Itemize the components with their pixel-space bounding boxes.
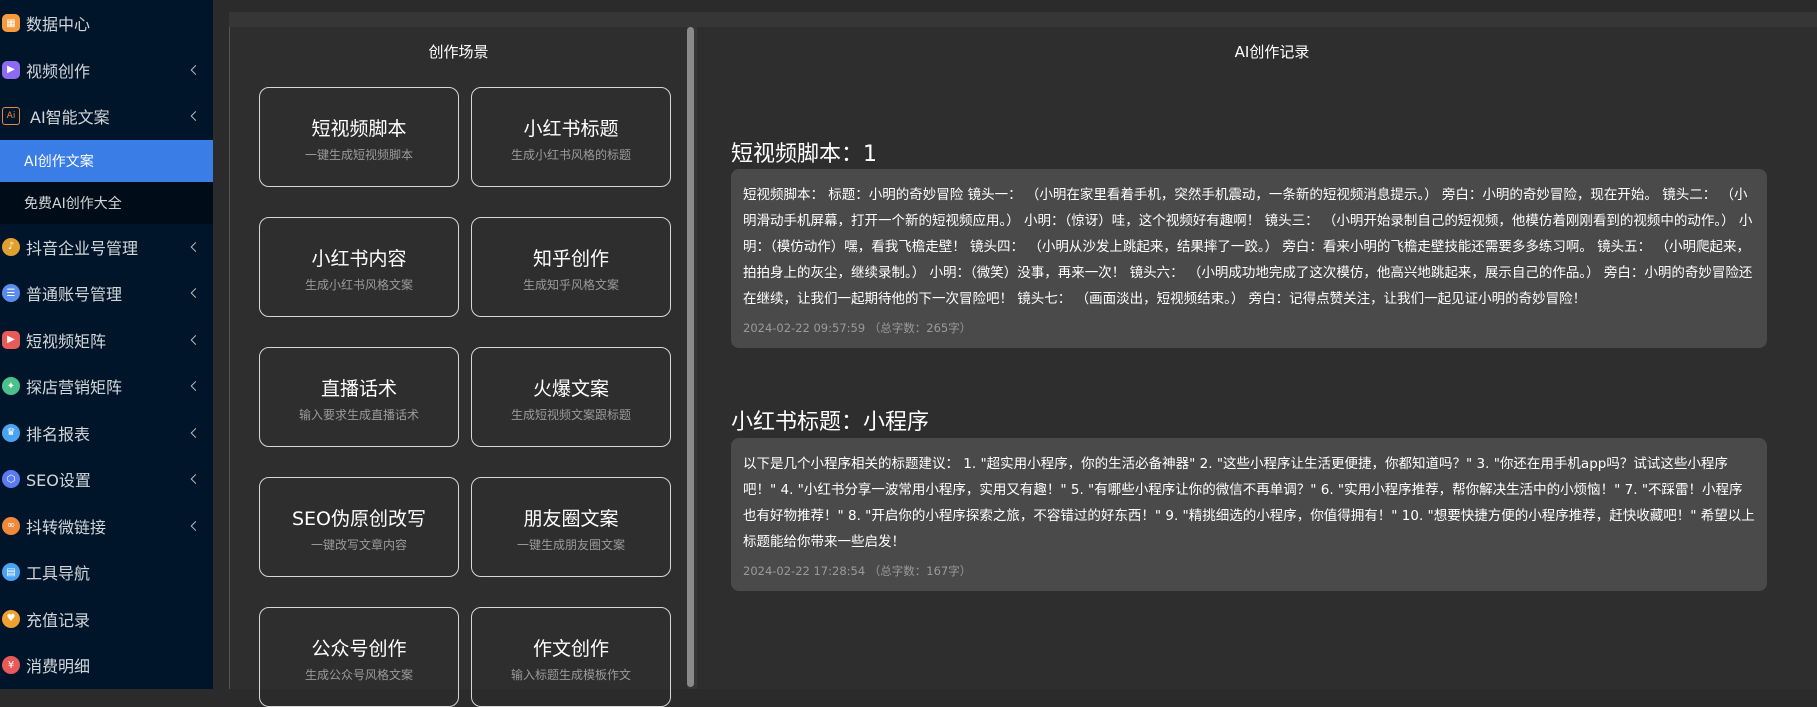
sidebar-item-label: 消费明细 [26,657,91,677]
sidebar-item-label: 短视频矩阵 [26,331,107,351]
scene-card-subtitle: 输入要求生成直播话术 [298,408,419,422]
sidebar-item-ranking-report[interactable]: ♛ 排名报表 [0,410,213,457]
scene-card-xhs-content[interactable]: 小红书内容 生成小红书风格文案 [259,217,459,317]
records-panel-title: AI创作记录 [1234,43,1310,61]
scene-card-title: 朋友圈文案 [523,508,619,530]
sidebar-item-video-create[interactable]: ▶ 视频创作 [0,47,213,94]
seo-settings-icon: ⬡ [2,470,20,489]
sidebar-item-label: 探店营销矩阵 [26,378,123,398]
chevron-left-icon [190,427,201,438]
scene-card-subtitle: 输入标题生成模板作文 [510,668,631,682]
scene-card-moments-copy[interactable]: 朋友圈文案 一键生成朋友圈文案 [471,477,671,577]
scene-panel-title: 创作场景 [428,43,489,61]
chevron-left-icon [190,334,201,345]
scene-card-title: 小红书标题 [523,118,619,140]
scene-card-official-account[interactable]: 公众号创作 生成公众号风格文案 [259,607,459,707]
scene-card-subtitle: 生成小红书风格文案 [304,278,413,292]
sidebar-item-label: SEO设置 [26,471,91,491]
scene-card-essay[interactable]: 作文创作 输入标题生成模板作文 [471,607,671,707]
chevron-left-icon [190,241,201,252]
sidebar-item-label: 普通账号管理 [26,285,123,305]
scene-card-subtitle: 生成小红书风格的标题 [510,148,631,162]
scene-card-subtitle: 一键生成朋友圈文案 [516,538,625,552]
sidebar-item-tool-nav[interactable]: ▤ 工具导航 [0,549,213,596]
scene-card-title: SEO伪原创改写 [291,508,427,530]
sidebar-item-label: 视频创作 [26,61,91,81]
record-heading: 小红书标题：小程序 [731,410,930,435]
ranking-report-icon: ♛ [2,423,20,442]
account-manage-icon: ☰ [2,284,20,303]
record-heading: 短视频脚本：1 [731,142,877,167]
scene-card-short-video-script[interactable]: 短视频脚本 一键生成短视频脚本 [259,87,459,187]
link-icon: ∞ [2,516,20,535]
sidebar-subitem-label: AI创作文案 [24,153,94,170]
sidebar-item-store-marketing[interactable]: ✦ 探店营销矩阵 [0,363,213,410]
sidebar-item-short-video-matrix[interactable]: ▶ 短视频矩阵 [0,317,213,364]
scene-card-seo-rewrite[interactable]: SEO伪原创改写 一键改写文章内容 [259,477,459,577]
recharge-icon: ♥ [2,609,20,628]
chevron-left-icon [190,111,201,122]
sidebar-item-douyin-enterprise[interactable]: ♪ 抖音企业号管理 [0,224,213,271]
scene-card-title: 公众号创作 [311,638,407,660]
scene-panel-scrollbar[interactable] [687,27,694,687]
scene-card-hot-copy[interactable]: 火爆文案 生成短视频文案跟标题 [471,347,671,447]
scene-card-title: 直播话术 [320,378,397,400]
chevron-left-icon [190,288,201,299]
sidebar-item-label: 排名报表 [26,424,91,444]
sidebar-item-link[interactable]: ∞ 抖转微链接 [0,503,213,550]
sidebar-item-label: 数据中心 [26,15,91,35]
record-text: 短视频脚本： 标题：小明的奇妙冒险 镜头一： （小明在家里看着手机，突然手机震动… [743,187,1753,307]
tool-nav-icon: ▤ [2,563,20,582]
record-meta: 2024-02-22 09:57:59 （总字数：265字） [743,321,972,335]
sidebar-item-label: 工具导航 [26,564,91,584]
scene-panel: 创作场景 短视频脚本 一键生成短视频脚本 小红书标题 生成小红书风格的标题 小红… [229,27,687,707]
scene-card-subtitle: 一键生成短视频脚本 [304,148,413,162]
sidebar-item-label: AI智能文案 [30,108,110,128]
sidebar-item-label: 抖音企业号管理 [26,238,139,258]
video-create-icon: ▶ [2,60,20,79]
sidebar-item-data-center[interactable]: ▦ 数据中心 [0,0,213,47]
records-panel: AI创作记录 短视频脚本：1 短视频脚本： 标题：小明的奇妙冒险 镜头一： （小… [697,27,1817,689]
sidebar-subitem-ai-create-copy[interactable]: AI创作文案 [0,139,213,182]
sidebar-item-consume-detail[interactable]: ¥ 消费明细 [0,642,213,689]
record-meta: 2024-02-22 17:28:54 （总字数：167字） [743,564,972,578]
chevron-left-icon [190,520,201,531]
store-marketing-icon: ✦ [2,377,20,396]
sidebar-item-recharge[interactable]: ♥ 充值记录 [0,596,213,643]
sidebar-subitem-label: 免费AI创作大全 [24,195,122,212]
scene-card-title: 作文创作 [532,638,609,660]
sidebar-subitem-free-ai-create[interactable]: 免费AI创作大全 [0,181,213,224]
sidebar-item-seo-settings[interactable]: ⬡ SEO设置 [0,456,213,503]
sidebar-item-label: 充值记录 [26,610,91,630]
record-text: 以下是几个小程序相关的标题建议： 1. "超实用小程序，你的生活必备神器" 2.… [743,456,1755,550]
sidebar-item-label: 抖转微链接 [26,517,107,537]
sidebar-item-account-manage[interactable]: ☰ 普通账号管理 [0,270,213,317]
chevron-left-icon [190,381,201,392]
scene-card-title: 短视频脚本 [311,118,407,140]
sidebar-item-ai-copy[interactable]: Ai AI智能文案 [0,93,213,140]
scene-card-xhs-title[interactable]: 小红书标题 生成小红书风格的标题 [471,87,671,187]
consume-detail-icon: ¥ [2,656,20,675]
scene-card-title: 知乎创作 [532,248,609,270]
sidebar: ▦ 数据中心 ▶ 视频创作 Ai AI智能文案 AI创作文案 免费AI创作大全 … [0,0,213,689]
scene-card-subtitle: 一键改写文章内容 [310,538,407,552]
data-center-icon: ▦ [2,14,20,33]
record-box: 以下是几个小程序相关的标题建议： 1. "超实用小程序，你的生活必备神器" 2.… [731,438,1767,591]
scene-card-subtitle: 生成短视频文案跟标题 [510,408,631,422]
chevron-left-icon [190,474,201,485]
scene-card-title: 火爆文案 [532,378,609,400]
scene-card-subtitle: 生成知乎风格文案 [522,278,619,292]
record-box: 短视频脚本： 标题：小明的奇妙冒险 镜头一： （小明在家里看着手机，突然手机震动… [731,169,1767,348]
scene-card-subtitle: 生成公众号风格文案 [304,668,413,682]
douyin-enterprise-icon: ♪ [2,237,20,256]
scene-card-live-script[interactable]: 直播话术 输入要求生成直播话术 [259,347,459,447]
ai-copy-icon: Ai [2,107,20,126]
scene-card-zhihu[interactable]: 知乎创作 生成知乎风格文案 [471,217,671,317]
chevron-left-icon [190,64,201,75]
short-video-matrix-icon: ▶ [2,330,20,349]
scene-card-title: 小红书内容 [311,248,407,270]
